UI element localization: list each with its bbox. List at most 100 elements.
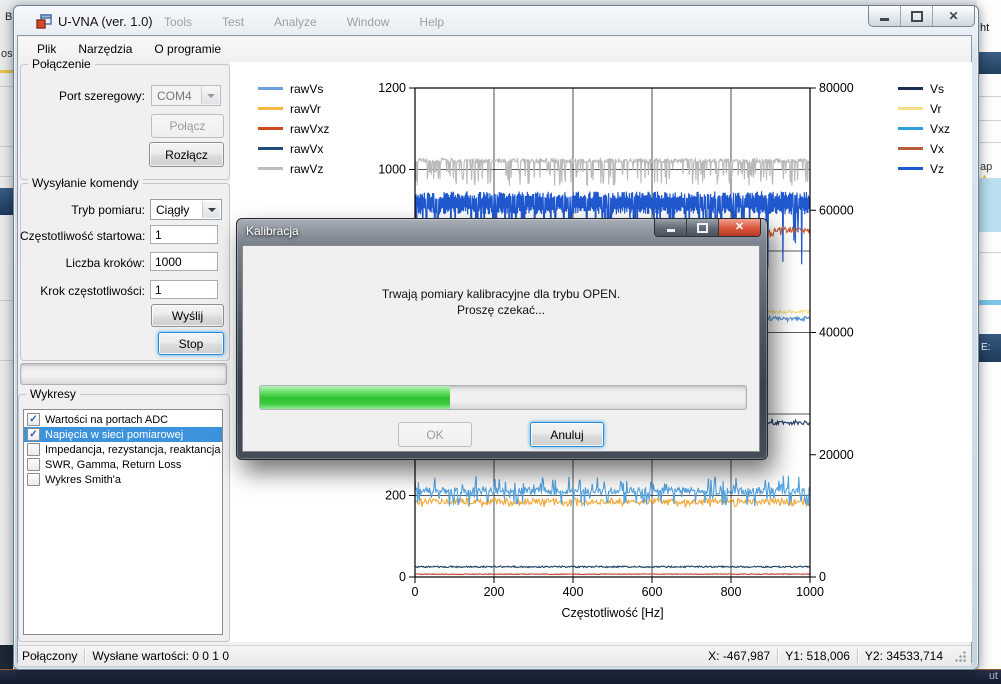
stop-button[interactable]: Stop: [158, 332, 224, 355]
background-text-fragment: ut: [989, 670, 998, 682]
svg-text:400: 400: [563, 585, 584, 599]
svg-text:0: 0: [399, 570, 406, 584]
svg-text:1000: 1000: [796, 585, 824, 599]
cancel-button[interactable]: Anuluj: [530, 422, 604, 447]
legend-item-rawVz: rawVz: [258, 162, 329, 175]
background-window-right: ht ap ▲ E:: [977, 0, 1001, 684]
status-bar: Połączony Wysłane wartości: 0 0 1 0 X: -…: [18, 645, 971, 666]
legend-color-line: [258, 107, 283, 110]
charts-checklist-item[interactable]: Wartości na portach ADC: [24, 412, 222, 427]
charts-checklist-item[interactable]: SWR, Gamma, Return Loss: [24, 457, 222, 472]
maximize-button[interactable]: [901, 6, 933, 26]
svg-text:200: 200: [385, 489, 406, 503]
legend-item-rawVxz: rawVxz: [258, 122, 329, 135]
chevron-down-icon: [202, 201, 220, 218]
background-divider: [0, 360, 13, 361]
legend-color-line: [898, 167, 923, 170]
legend-label: rawVs: [290, 82, 323, 96]
svg-text:Częstotliwość [Hz]: Częstotliwość [Hz]: [561, 606, 663, 620]
background-menu-item: Window: [347, 15, 390, 29]
start-freq-label: Częstotliwość startowa:: [20, 229, 145, 243]
serial-port-label: Port szeregowy:: [40, 89, 145, 103]
legend-label: Vxz: [930, 122, 950, 136]
maximize-icon: [911, 11, 923, 22]
background-text-fragment: os: [1, 48, 13, 60]
resize-grip[interactable]: [954, 650, 967, 663]
checklist-item-label: SWR, Gamma, Return Loss: [45, 459, 181, 471]
background-chart-fragment: [977, 300, 1001, 305]
dialog-close-button[interactable]: ✕: [719, 219, 760, 236]
svg-text:1000: 1000: [378, 163, 406, 177]
dialog-window-controls: ✕: [654, 219, 761, 237]
background-menu-item: Help: [419, 15, 444, 29]
legend-color-line: [898, 127, 923, 130]
background-divider: [0, 146, 13, 147]
background-divider: [977, 96, 1001, 97]
background-selection-block: [977, 178, 1001, 232]
svg-text:80000: 80000: [819, 81, 854, 95]
send-button[interactable]: Wyślij: [151, 304, 224, 327]
stop-button-label: Stop: [179, 337, 204, 351]
svg-text:800: 800: [721, 585, 742, 599]
statusbar-separator: [777, 649, 778, 663]
charts-checklist-item[interactable]: Impedancja, rezystancja, reaktancja: [24, 442, 222, 457]
legend-color-line: [258, 147, 283, 150]
background-divider: [0, 300, 13, 301]
background-menubar: ToolsTestAnalyzeWindowHelp: [164, 15, 444, 29]
menu-o-programie[interactable]: O programie: [143, 39, 232, 59]
connection-status: Połączony: [22, 649, 77, 663]
checkbox-unchecked-icon[interactable]: [27, 473, 40, 486]
dialog-minimize-button[interactable]: [655, 219, 687, 236]
statusbar-separator: [857, 649, 858, 663]
dialog-maximize-button[interactable]: [687, 219, 719, 236]
calibration-dialog: Kalibracja ✕ Trwają pomiary kalibracyjne…: [236, 218, 768, 460]
checkbox-checked-icon[interactable]: [27, 413, 40, 426]
legend-item-Vxz: Vxz: [898, 122, 950, 135]
ok-button[interactable]: OK: [398, 422, 472, 447]
app-icon: [36, 13, 52, 29]
serial-port-value: COM4: [157, 89, 192, 103]
checkbox-unchecked-icon[interactable]: [27, 458, 40, 471]
checkbox-checked-icon[interactable]: [27, 428, 40, 441]
maximize-icon: [697, 223, 708, 233]
desktop: os B ht ap ▲ E: ut U-VNA (ver. 1.0) Tool…: [0, 0, 1001, 684]
charts-checklist-item[interactable]: Napięcia w sieci pomiarowej: [24, 427, 222, 442]
menu-narzedzia[interactable]: Narzędzia: [67, 39, 143, 59]
window-title: U-VNA (ver. 1.0): [58, 14, 153, 29]
checklist-item-label: Impedancja, rezystancja, reaktancja: [45, 444, 220, 456]
legend-color-line: [898, 147, 923, 150]
charts-group-title: Wykresy: [26, 387, 80, 401]
svg-text:200: 200: [484, 585, 505, 599]
svg-text:0: 0: [412, 585, 419, 599]
measure-mode-combo[interactable]: Ciągły: [150, 199, 222, 220]
start-freq-input[interactable]: [150, 225, 218, 244]
serial-port-combo[interactable]: COM4: [151, 85, 221, 106]
svg-text:40000: 40000: [819, 326, 854, 340]
freq-step-input[interactable]: [150, 280, 218, 299]
legend-item-rawVx: rawVx: [258, 142, 329, 155]
charts-checklist-item[interactable]: Wykres Smith'a: [24, 472, 222, 487]
steps-input[interactable]: [150, 252, 218, 271]
minimize-button[interactable]: [869, 6, 901, 26]
measure-mode-value: Ciągły: [156, 203, 189, 217]
statusbar-separator: [84, 649, 85, 663]
legend-color-line: [258, 127, 283, 130]
background-menu-item: Test: [222, 15, 244, 29]
background-text-fragment: B: [5, 11, 12, 23]
cancel-button-label: Anuluj: [550, 428, 583, 442]
chart-legend-right: VsVrVxzVxVz: [898, 82, 950, 175]
minimize-icon: [667, 229, 675, 232]
chevron-down-icon: [201, 87, 219, 104]
checkbox-unchecked-icon[interactable]: [27, 443, 40, 456]
close-button[interactable]: ✕: [933, 6, 974, 26]
menu-plik[interactable]: Plik: [26, 39, 67, 59]
legend-color-line: [898, 87, 923, 90]
legend-color-line: [258, 87, 283, 90]
charts-checklist[interactable]: Wartości na portach ADCNapięcia w sieci …: [23, 409, 223, 635]
svg-text:60000: 60000: [819, 203, 854, 217]
background-header-band: E:: [977, 334, 1001, 362]
legend-label: Vr: [930, 102, 942, 116]
disconnect-button[interactable]: Rozłącz: [149, 142, 224, 167]
command-group-title: Wysyłanie komendy: [28, 176, 143, 190]
connect-button[interactable]: Połącz: [151, 114, 224, 138]
